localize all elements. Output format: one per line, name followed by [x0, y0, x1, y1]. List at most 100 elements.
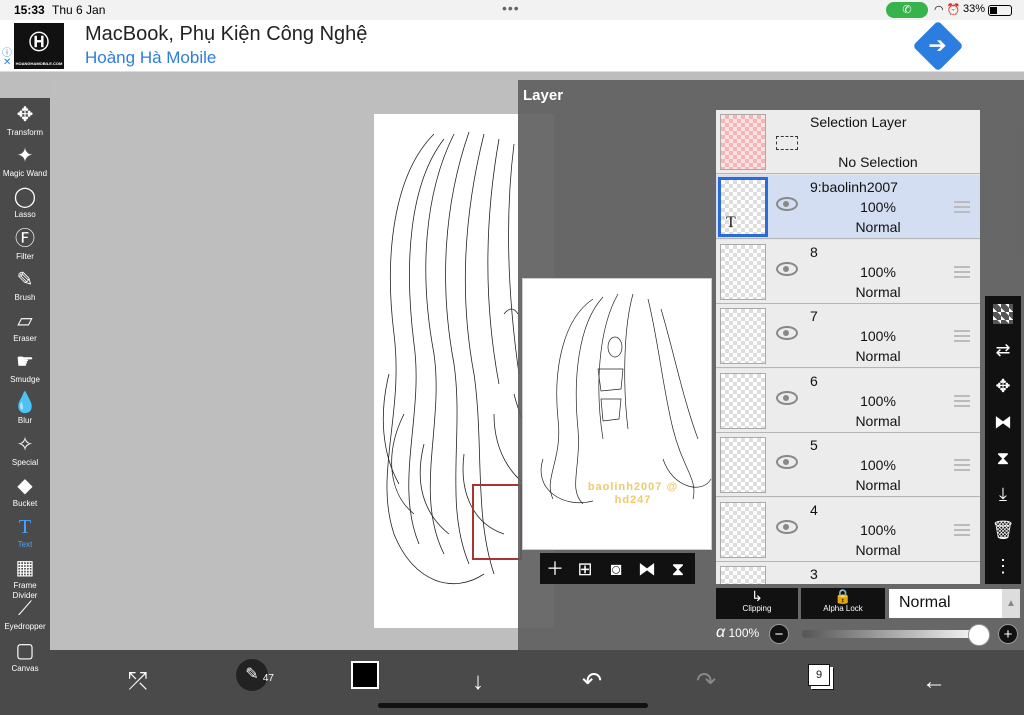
flip-vertical-layer-icon[interactable]: ⧗ [989, 444, 1017, 472]
redo-icon[interactable]: ↷ [686, 662, 726, 702]
tool-lasso[interactable]: ◯ Lasso [0, 184, 50, 225]
tool-blur[interactable]: 💧 Blur [0, 390, 50, 431]
eye-icon[interactable] [776, 519, 798, 534]
eye-icon[interactable] [776, 197, 798, 211]
lock-icon: 🔒 [834, 588, 852, 604]
tool-label: Filter [16, 251, 34, 261]
tool-magic-wand[interactable]: ✦ Magic Wand [0, 143, 50, 184]
tool-brush[interactable]: ✎ Brush [0, 267, 50, 308]
camera-icon[interactable]: ◙ [603, 556, 629, 582]
drag-handle-icon[interactable] [954, 394, 970, 407]
tool-label: Special [11, 457, 39, 467]
selection-layer-thumbnail [720, 114, 766, 170]
tool-text[interactable]: T Text [0, 514, 50, 555]
drag-handle-icon[interactable] [954, 523, 970, 536]
alpha-lock-button[interactable]: 🔒 Alpha Lock [801, 588, 885, 619]
canvas-icon: ▢ [15, 639, 35, 662]
tool-frame-divider[interactable]: ▦ Frame Divider [0, 555, 50, 600]
eye-icon[interactable] [776, 455, 798, 469]
merge-down-icon[interactable]: ⤓ [989, 480, 1017, 508]
layer-opacity: 100% [860, 263, 896, 280]
layer-swap-icon[interactable]: ⇄ [989, 336, 1017, 364]
layer-row[interactable]: 3 [716, 562, 980, 584]
blend-mode-select[interactable]: Normal [889, 589, 1002, 618]
drag-handle-icon[interactable] [954, 459, 970, 471]
tool-bucket[interactable]: ◆ Bucket [0, 473, 50, 514]
selection-marquee-icon [776, 136, 798, 150]
more-options-icon[interactable]: ⋮ [989, 552, 1017, 580]
layer-row[interactable]: 8 100% Normal [716, 239, 980, 304]
opacity-decrease-button[interactable]: − [769, 624, 789, 644]
layer-row[interactable]: 7 100% Normal [716, 304, 980, 368]
tool-eraser[interactable]: ▱ Eraser [0, 308, 50, 349]
opacity-slider[interactable] [802, 630, 986, 638]
phone-call-icon[interactable]: ✆ [886, 2, 928, 18]
transparent-background-icon[interactable] [993, 304, 1013, 324]
layer-name: 3 [810, 566, 818, 582]
move-layer-icon[interactable]: ✥ [989, 372, 1017, 400]
multitask-dots-icon[interactable]: ••• [502, 0, 520, 16]
back-arrow-icon[interactable]: ← [914, 662, 954, 702]
drag-handle-icon[interactable] [954, 201, 970, 213]
blend-mode-arrow-icon[interactable]: ▲ [1002, 589, 1020, 618]
layer-list[interactable]: Selection Layer No Selection T 9:baolinh2… [716, 110, 980, 584]
layers-button[interactable]: 9 [808, 664, 830, 686]
ad-title[interactable]: MacBook, Phụ Kiện Công Nghệ [85, 23, 367, 46]
layer-thumbnail [720, 308, 766, 364]
ad-banner[interactable]: ⓘ ✕ Ⓗ HOANGHAMOBILE.COM MacBook, Phụ Kiện… [0, 20, 1024, 72]
layer-row[interactable]: 5 100% Normal [716, 433, 980, 497]
eyedropper-icon: ⟋ [18, 598, 32, 621]
ad-logo: Ⓗ HOANGHAMOBILE.COM [14, 23, 64, 69]
layer-name: 7 [810, 308, 818, 324]
layer-row[interactable]: T 9:baolinh2007 100% Normal [716, 175, 980, 239]
tool-smudge[interactable]: ☛ Smudge [0, 349, 50, 390]
flip-vertical-icon[interactable]: ⧗ [665, 556, 691, 582]
undo-icon[interactable]: ↶ [572, 662, 612, 702]
flip-horizontal-layer-icon[interactable]: ⧓ [989, 408, 1017, 436]
clipping-button[interactable]: ↳ Clipping [716, 588, 798, 619]
ad-subtitle[interactable]: Hoàng Hà Mobile [85, 48, 216, 68]
tool-sidebar: ✥ Transform ✦ Magic Wand ◯ Lasso Ⓕ Filter ✎ Brush… [0, 98, 50, 715]
layer-name: 6 [810, 372, 818, 389]
tool-eyedropper[interactable]: ⟋ Eyedropper [0, 596, 50, 637]
trash-icon[interactable]: 🗑 [989, 516, 1017, 544]
layer-thumbnail [720, 372, 766, 429]
layer-thumbnail [720, 243, 766, 300]
ad-close-icon[interactable]: ✕ [3, 57, 11, 68]
lasso-icon: ◯ [13, 186, 37, 209]
eye-icon[interactable] [776, 326, 798, 340]
selection-layer-row[interactable]: Selection Layer No Selection [716, 110, 980, 174]
flip-horizontal-icon[interactable]: ⧓ [634, 556, 660, 582]
down-arrow-icon[interactable]: ↓ [458, 662, 498, 702]
add-layer-icon[interactable]: ＋ [542, 556, 568, 582]
layer-row[interactable]: 4 100% Normal [716, 497, 980, 562]
layer-opacity: 100% [860, 328, 896, 344]
quick-menu-icon[interactable]: ⤱ [118, 662, 158, 702]
ad-directions-icon[interactable]: ➔ [912, 20, 964, 72]
battery-icon [988, 5, 1012, 16]
drag-handle-icon[interactable] [954, 330, 970, 342]
eye-icon[interactable] [776, 261, 798, 276]
opacity-slider-knob[interactable] [968, 624, 990, 646]
tool-canvas[interactable]: ▢ Canvas [0, 638, 50, 679]
wifi-icon: ◠ ⏰ [934, 4, 961, 16]
opacity-increase-button[interactable]: + [998, 624, 1018, 644]
tool-transform[interactable]: ✥ Transform [0, 102, 50, 143]
color-swatch[interactable] [351, 661, 379, 689]
tool-special[interactable]: ✧ Special [0, 432, 50, 473]
home-indicator[interactable] [378, 703, 648, 708]
add-layer-copy-icon[interactable]: ⊞ [572, 556, 598, 582]
tool-label: Blur [17, 416, 33, 426]
layer-preview: baolinh2007 @ hd247 [522, 278, 712, 550]
status-date: Thu 6 Jan [52, 3, 106, 17]
tool-filter[interactable]: Ⓕ Filter [0, 226, 50, 267]
layer-opacity: 100% [860, 199, 896, 215]
layer-thumbnail [720, 566, 766, 584]
eye-icon[interactable] [776, 390, 798, 405]
blur-drop-icon: 💧 [12, 392, 38, 415]
text-bounding-box[interactable] [472, 484, 522, 560]
layer-row[interactable]: 6 100% Normal [716, 368, 980, 433]
drag-handle-icon[interactable] [954, 265, 970, 278]
brush-size-button[interactable]: ✎ 47 [236, 659, 274, 691]
status-bar: 15:33 Thu 6 Jan ••• ✆ ◠ ⏰ 33% [0, 0, 1024, 20]
